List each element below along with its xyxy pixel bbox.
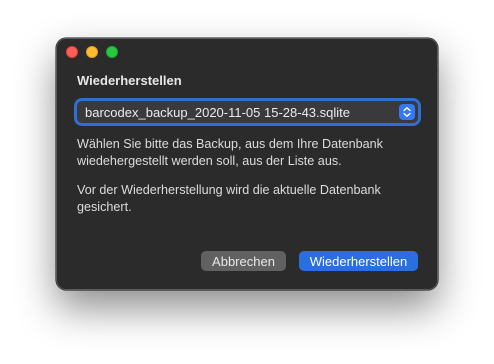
zoom-window-button[interactable] (106, 46, 118, 58)
window-controls (66, 46, 118, 58)
minimize-window-button[interactable] (86, 46, 98, 58)
backup-select[interactable]: barcodex_backup_2020-11-05 15-28-43.sqli… (77, 101, 418, 123)
dialog-title: Wiederherstellen (77, 73, 182, 88)
restore-dialog: Wiederherstellen barcodex_backup_2020-11… (56, 38, 438, 290)
cancel-button[interactable]: Abbrechen (201, 251, 286, 271)
backup-select-value: barcodex_backup_2020-11-05 15-28-43.sqli… (85, 104, 351, 120)
screen: Wiederherstellen barcodex_backup_2020-11… (0, 0, 494, 364)
instruction-text: Wählen Sie bitte das Backup, aus dem Ihr… (77, 137, 383, 168)
close-window-button[interactable] (66, 46, 78, 58)
backup-note-text: Vor der Wiederherstellung wird die aktue… (77, 183, 381, 214)
chevron-up-down-icon[interactable] (399, 104, 415, 120)
restore-button[interactable]: Wiederherstellen (299, 251, 418, 271)
chevron-up-down-icon-glyph (403, 107, 411, 117)
